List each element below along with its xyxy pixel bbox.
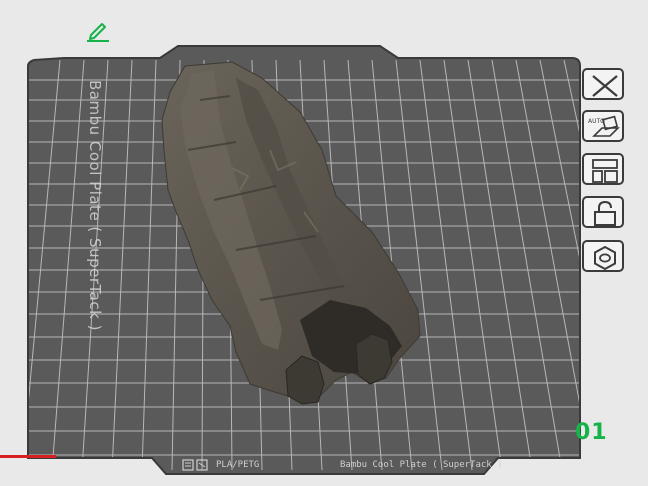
plate-type-footer: Bambu Cool Plate ( SuperTack )	[340, 460, 503, 470]
plate-filament-type: PLA/PETG	[216, 460, 260, 470]
plate-name-label: Bambu Cool Plate ( SuperTack )	[86, 80, 104, 331]
auto-orient-icon: AUTO	[588, 115, 620, 137]
hexagon-gear-icon	[594, 245, 616, 271]
3d-viewport[interactable]: Bambu Cool Plate ( SuperTack ) AUTO 01 P…	[0, 0, 648, 486]
arrange-button[interactable]	[582, 153, 624, 185]
plate-number: 01	[575, 420, 608, 445]
arrange-icon	[592, 159, 618, 183]
x-axis-indicator	[0, 455, 56, 458]
close-icon	[592, 75, 618, 97]
lock-plate-button[interactable]	[582, 196, 624, 228]
plate-settings-button[interactable]	[582, 240, 624, 272]
close-plate-button[interactable]	[582, 68, 624, 100]
auto-orient-button[interactable]: AUTO	[582, 110, 624, 142]
lock-icon	[594, 200, 616, 226]
filament-icon	[182, 459, 208, 471]
